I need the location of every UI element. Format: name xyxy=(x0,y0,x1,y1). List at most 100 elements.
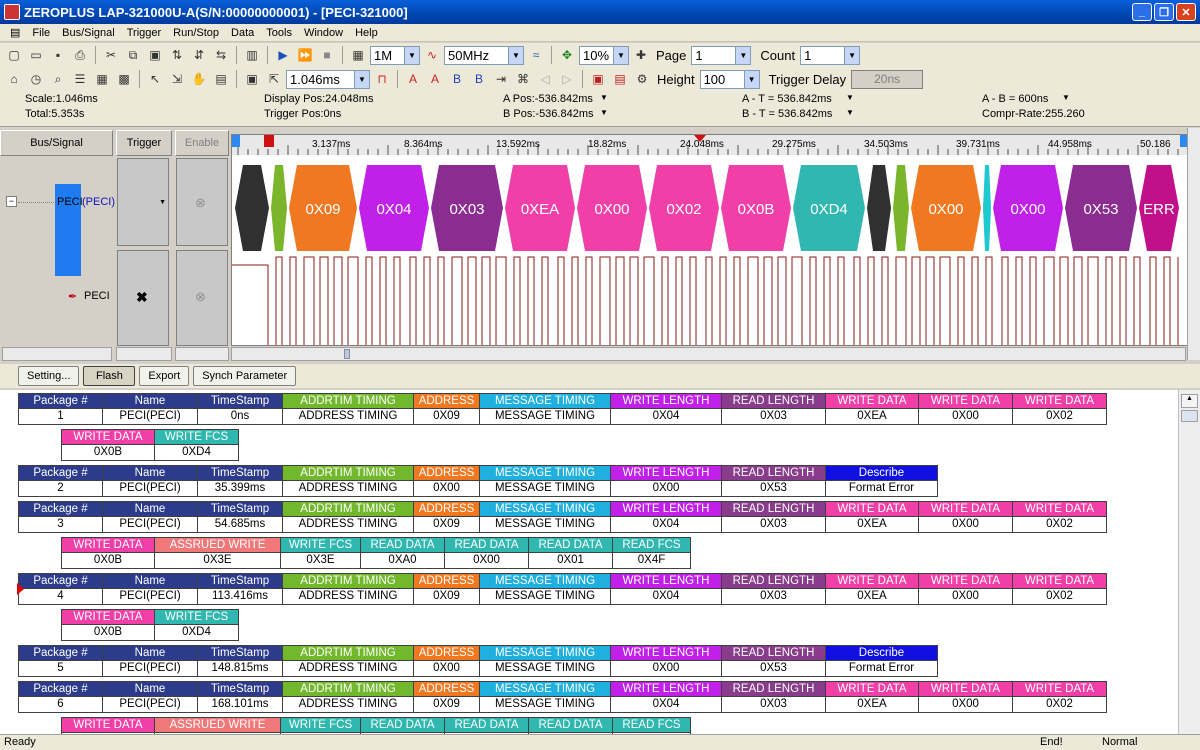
waveform-svg[interactable]: 3.137ms 8.364ms 13.592ms 18.82ms 24.048ms 29.… xyxy=(232,135,1189,346)
package-continuation-row[interactable]: WRITE DATA 0X0B WRITE FCS 0XD4 xyxy=(61,609,239,641)
settings-icon[interactable]: ⚙ xyxy=(632,69,652,89)
scroll-thumb[interactable] xyxy=(1181,410,1198,422)
signal-name[interactable]: PECI xyxy=(84,290,110,302)
package-continuation-row[interactable]: WRITE DATA ASSRUED WRITE WRITE FCS READ DAT… xyxy=(61,717,691,734)
package-row[interactable]: Package #2 Name PECI(PECI) TimeStamp 35.399m… xyxy=(18,465,938,497)
clock-icon[interactable]: ◷ xyxy=(26,69,46,89)
packet-list[interactable]: Package #1 Name PECI(PECI) TimeStamp 0ns ADDR… xyxy=(0,390,1178,734)
waveform-area[interactable]: 3.137ms 8.364ms 13.592ms 18.82ms 24.048ms 29.… xyxy=(231,134,1189,346)
binoculars-icon[interactable]: ⌘ xyxy=(513,69,533,89)
menu-file[interactable]: File xyxy=(26,27,56,39)
pointer-icon[interactable]: ↖ xyxy=(145,69,165,89)
next-icon[interactable]: ▷ xyxy=(557,69,577,89)
run-repeat-icon[interactable]: ⏩ xyxy=(295,45,315,65)
package-row[interactable]: Package #1 Name PECI(PECI) TimeStamp 0ns ADDR… xyxy=(18,393,1107,425)
signal-enable-cell[interactable]: ⊗ xyxy=(176,250,228,346)
bus-segment[interactable] xyxy=(235,165,269,251)
package-continuation-row[interactable]: WRITE DATA 0X0B ASSRUED WRITE 0X3E WRITE FCS… xyxy=(61,537,691,569)
memory-depth-select[interactable]: 1M ▼ xyxy=(370,45,420,65)
a-bar-icon[interactable]: A xyxy=(425,69,445,89)
print-icon[interactable]: ⎙ xyxy=(70,45,90,65)
goto-icon[interactable]: ⇥ xyxy=(491,69,511,89)
synch-parameter-button[interactable]: Synch Parameter xyxy=(193,366,297,386)
trigger-marker[interactable] xyxy=(264,135,274,147)
package-row[interactable]: Package #4 Name PECI(PECI) TimeStamp 113.416… xyxy=(18,573,1107,605)
restore-button[interactable]: ❐ xyxy=(1154,3,1174,21)
trigger-wave-icon[interactable]: ⊓ xyxy=(372,69,392,89)
height-select[interactable]: 100 ▼ xyxy=(699,69,760,89)
chevron-down-icon[interactable]: ▼ xyxy=(600,108,608,117)
export-button[interactable]: Export xyxy=(139,366,190,386)
zoom-grid-icon[interactable]: ▣ xyxy=(242,69,262,89)
b-pos-info[interactable]: B Pos:-536.842ms xyxy=(503,108,594,120)
chevron-down-icon[interactable]: ▼ xyxy=(159,199,166,206)
signal-trigger-cell[interactable]: ✖ xyxy=(117,250,169,346)
document-icon[interactable]: ▤ xyxy=(4,26,26,39)
menu-tools[interactable]: Tools xyxy=(260,27,298,39)
a-mark-icon[interactable]: A xyxy=(403,69,423,89)
b-bar-icon[interactable]: B xyxy=(447,69,467,89)
disabled-icon[interactable]: ⊗ xyxy=(195,195,206,211)
measure-icon[interactable]: ▤ xyxy=(211,69,231,89)
flash-button[interactable]: Flash xyxy=(83,366,136,386)
b-mark-icon[interactable]: B xyxy=(469,69,489,89)
menu-bus-signal[interactable]: Bus/Signal xyxy=(56,27,121,39)
chevron-down-icon[interactable]: ▼ xyxy=(600,93,608,102)
chevron-down-icon[interactable]: ▼ xyxy=(846,93,854,102)
copy-icon[interactable]: ⧉ xyxy=(123,45,143,65)
bus-name[interactable]: PECI xyxy=(57,196,83,208)
run-icon[interactable]: ▶ xyxy=(273,45,293,65)
bus-segment[interactable] xyxy=(271,165,287,251)
close-button[interactable]: ✕ xyxy=(1176,3,1196,21)
bus-enable-cell[interactable]: ⊗ xyxy=(176,158,228,246)
menu-data[interactable]: Data xyxy=(225,27,260,39)
collapse-icon[interactable]: − xyxy=(6,196,17,207)
filter2-icon[interactable]: ⇵ xyxy=(189,45,209,65)
paste-icon[interactable]: ▣ xyxy=(145,45,165,65)
waveform-hscroll[interactable] xyxy=(231,347,1186,361)
bus-trigger-cell[interactable]: ▼ xyxy=(117,158,169,246)
start-marker[interactable] xyxy=(232,135,240,147)
menu-window[interactable]: Window xyxy=(298,27,349,39)
bus-segment[interactable] xyxy=(867,165,891,251)
grid-icon[interactable]: ▦ xyxy=(92,69,112,89)
package-row[interactable]: Package #6 Name PECI(PECI) TimeStamp 168.101… xyxy=(18,681,1107,713)
chart-icon[interactable]: ▩ xyxy=(114,69,134,89)
page-select[interactable]: 1 ▼ xyxy=(691,45,752,65)
signal-hscroll[interactable] xyxy=(2,347,112,361)
hand-icon[interactable]: ✋ xyxy=(189,69,209,89)
home-icon[interactable]: ⌂ xyxy=(4,69,24,89)
chevron-down-icon[interactable]: ▼ xyxy=(1062,93,1070,102)
package-row[interactable]: Package #3 Name PECI(PECI) TimeStamp 54.685m… xyxy=(18,501,1107,533)
scroll-up-icon[interactable]: ▲ xyxy=(1181,394,1198,408)
filter3-icon[interactable]: ⇆ xyxy=(211,45,231,65)
chip-icon[interactable]: ▥ xyxy=(242,45,262,65)
trigger-position-select[interactable]: 10% ▼ xyxy=(579,45,629,65)
trigger-hscroll[interactable] xyxy=(116,347,172,361)
packet-list-vscroll[interactable]: ▲ xyxy=(1178,390,1200,734)
count-select[interactable]: 1 ▼ xyxy=(800,45,861,65)
chevron-down-icon[interactable]: ▼ xyxy=(846,108,854,117)
list-icon[interactable]: ☰ xyxy=(70,69,90,89)
open-icon[interactable]: ▭ xyxy=(26,45,46,65)
bus-icon[interactable]: ▤ xyxy=(610,69,630,89)
bus-segment[interactable] xyxy=(893,165,909,251)
scale-select[interactable]: 1.046ms ▼ xyxy=(286,69,370,89)
cursor-select-icon[interactable]: ⇲ xyxy=(167,69,187,89)
trigger-delay-field[interactable]: 20ns xyxy=(851,69,924,89)
record-icon[interactable]: ▣ xyxy=(588,69,608,89)
menu-run-stop[interactable]: Run/Stop xyxy=(167,27,225,39)
sample-rate-select[interactable]: 50MHz ▼ xyxy=(444,45,524,65)
disabled-icon[interactable]: ⊗ xyxy=(195,289,206,305)
enable-hscroll[interactable] xyxy=(175,347,229,361)
waveform-vscroll[interactable] xyxy=(1187,128,1200,360)
package-row[interactable]: Package #5 Name PECI(PECI) TimeStamp 148.815… xyxy=(18,645,938,677)
prev-icon[interactable]: ◁ xyxy=(535,69,555,89)
setting-button[interactable]: Setting... xyxy=(18,366,80,386)
menu-trigger[interactable]: Trigger xyxy=(121,27,167,39)
menu-help[interactable]: Help xyxy=(349,27,384,39)
search-icon[interactable]: ⌕ xyxy=(48,69,68,89)
minimize-button[interactable]: _ xyxy=(1132,3,1152,21)
cut-icon[interactable]: ✂ xyxy=(101,45,121,65)
stop-icon[interactable]: ■ xyxy=(317,45,337,65)
